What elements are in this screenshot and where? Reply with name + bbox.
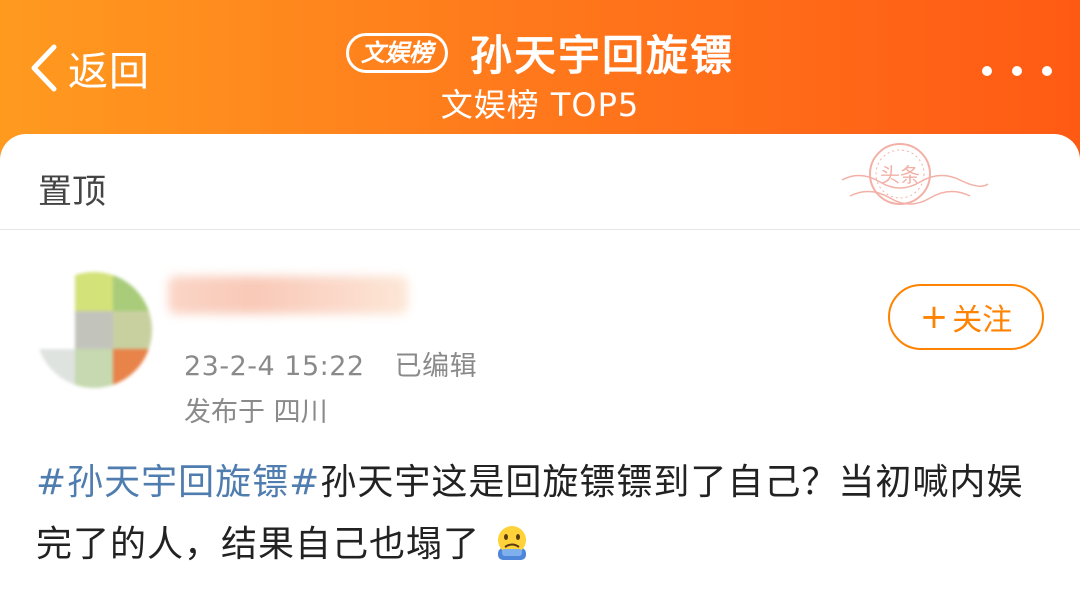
more-options-button[interactable] [982, 56, 1052, 86]
content-card: 置顶 头条 23-2-4 15:22 已编辑 发布于 四川 + 关注 #孙天宇回旋… [0, 134, 1080, 596]
hashtag-link[interactable]: #孙天宇回旋镖# [36, 462, 320, 503]
pinned-section: 置顶 头条 [0, 134, 1080, 230]
avatar[interactable] [36, 272, 152, 388]
follow-button[interactable]: + 关注 [888, 284, 1044, 350]
svg-text:头条: 头条 [880, 163, 920, 187]
plus-icon: + [919, 297, 949, 337]
topic-title: 孙天宇回旋镖 [469, 31, 734, 80]
pinned-label: 置顶 [38, 172, 106, 212]
ranking-subtitle: 文娱榜 TOP5 [440, 86, 640, 124]
more-dots-icon [1042, 66, 1052, 76]
more-dots-icon [982, 66, 992, 76]
post-meta: 23-2-4 15:22 已编辑 [184, 344, 477, 383]
headline-stamp-icon: 头条 [841, 143, 989, 205]
ranking-badge: 文娱榜 [345, 32, 448, 73]
edited-label: 已编辑 [394, 351, 478, 382]
worried-face-emoji-icon [498, 526, 527, 560]
post-location: 发布于 四川 [184, 397, 328, 428]
follow-label: 关注 [952, 303, 1013, 338]
username-blurred[interactable] [168, 276, 408, 314]
post-body: #孙天宇回旋镖#孙天宇这是回旋镖镖到了自己？当初喊内娱完了的人，结果自己也塌了 [36, 452, 1046, 576]
more-dots-icon [1012, 66, 1022, 76]
title-row: 文娱榜 孙天宇回旋镖 [0, 22, 1080, 83]
post-timestamp: 23-2-4 15:22 [184, 351, 365, 382]
